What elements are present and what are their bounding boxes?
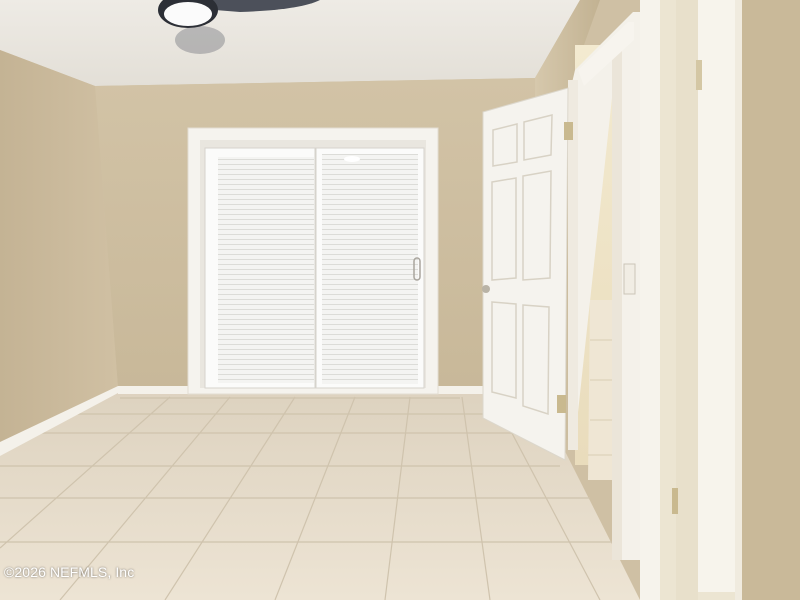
room-scene [0,0,800,600]
sliding-glass-door [187,127,439,395]
closet-interior [698,0,735,592]
door-hinge-bottom-icon [557,395,566,413]
closet-trim [735,0,742,600]
door-hinge-top-icon [564,122,573,140]
window-blinds-left [218,157,314,383]
window-blinds-right [322,154,418,384]
closet-latch-icon [696,60,702,90]
closet-door-edge [676,0,698,600]
baseboard-back-right [436,386,484,394]
room-photo: ©2026 NEFMLS, Inc [0,0,800,600]
bedroom-door [482,87,573,461]
door-knob-icon [482,285,490,293]
light-switch-icon [623,263,636,295]
fan-light-icon [164,2,212,26]
light-reflection [344,156,360,162]
closet-hinge-icon [672,488,678,514]
closet-jamb [640,0,660,600]
door-jamb-right [612,40,622,560]
ceiling [0,0,580,86]
right-wall-far [742,0,800,600]
listing-watermark: ©2026 NEFMLS, Inc [4,564,135,580]
